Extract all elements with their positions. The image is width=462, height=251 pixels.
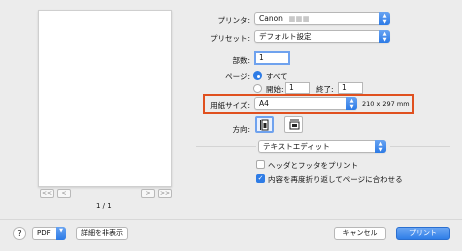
presets-popup[interactable]: デフォルト設定 ▲ ▼	[254, 30, 390, 43]
presets-value: デフォルト設定	[259, 32, 312, 41]
page-indicator: 1 / 1	[96, 202, 112, 210]
preview-nav-back-group: << <	[40, 189, 71, 198]
chevron-updown-icon: ▲ ▼	[375, 140, 386, 153]
copies-field[interactable]: 1	[254, 51, 290, 65]
presets-label: プリセット:	[209, 34, 250, 43]
printer-popup[interactable]: Canon ■■■ ▲ ▼	[254, 12, 390, 25]
chevron-updown-icon: ▲ ▼	[346, 97, 357, 110]
pages-label: ページ:	[225, 72, 250, 81]
app-section-popup[interactable]: テキストエディット ▲ ▼	[258, 140, 386, 153]
header-footer-label: ヘッダとフッタをプリント	[268, 161, 358, 170]
rewrap-label: 内容を再度折り返してページに合わせる	[268, 175, 403, 184]
portrait-orientation-button[interactable]	[255, 116, 274, 133]
copies-label: 部数:	[232, 56, 250, 65]
divider-right	[390, 146, 450, 147]
next-page-button[interactable]: >	[141, 189, 155, 198]
paper-size-popup[interactable]: A4 ▲ ▼	[254, 97, 357, 110]
last-page-button[interactable]: >>	[158, 189, 172, 198]
first-page-button[interactable]: <<	[40, 189, 54, 198]
printer-value: Canon	[259, 14, 283, 23]
landscape-icon	[289, 119, 299, 129]
help-button[interactable]: ?	[13, 227, 26, 240]
bottom-divider	[0, 219, 462, 220]
chevron-down-icon: ▼	[56, 227, 66, 240]
print-preview	[38, 10, 172, 187]
pdf-label: PDF	[37, 229, 51, 237]
paper-size-value: A4	[259, 99, 269, 108]
chevron-updown-icon: ▲ ▼	[379, 12, 390, 25]
hide-details-button[interactable]: 詳細を非表示	[76, 227, 128, 240]
divider-left	[196, 146, 256, 147]
pages-to-field[interactable]: 1	[338, 82, 363, 94]
pages-all-radio[interactable]	[253, 71, 262, 80]
pages-all-label: すべて	[266, 72, 288, 81]
printer-label: プリンタ:	[217, 16, 250, 25]
prev-page-button[interactable]: <	[57, 189, 71, 198]
header-footer-checkbox[interactable]	[256, 160, 265, 169]
preview-nav-forward-group: > >>	[141, 189, 172, 198]
rewrap-checkbox[interactable]: ✓	[256, 174, 265, 183]
portrait-icon	[259, 119, 268, 130]
chevron-updown-icon: ▲ ▼	[379, 30, 390, 43]
print-button[interactable]: プリント	[396, 227, 450, 240]
orientation-label: 方向:	[232, 125, 250, 134]
pages-range-radio[interactable]	[253, 84, 262, 93]
pages-from-field[interactable]: 1	[285, 82, 310, 94]
cancel-button[interactable]: キャンセル	[334, 227, 386, 240]
paper-size-label: 用紙サイズ:	[210, 101, 250, 110]
app-section-value: テキストエディット	[263, 142, 330, 151]
landscape-orientation-button[interactable]	[284, 116, 303, 133]
paper-size-dimensions: 210 x 297 mm	[362, 100, 410, 108]
printer-name-redacted: ■■■	[288, 14, 310, 23]
pdf-menu-button[interactable]: PDF ▼	[32, 227, 66, 240]
